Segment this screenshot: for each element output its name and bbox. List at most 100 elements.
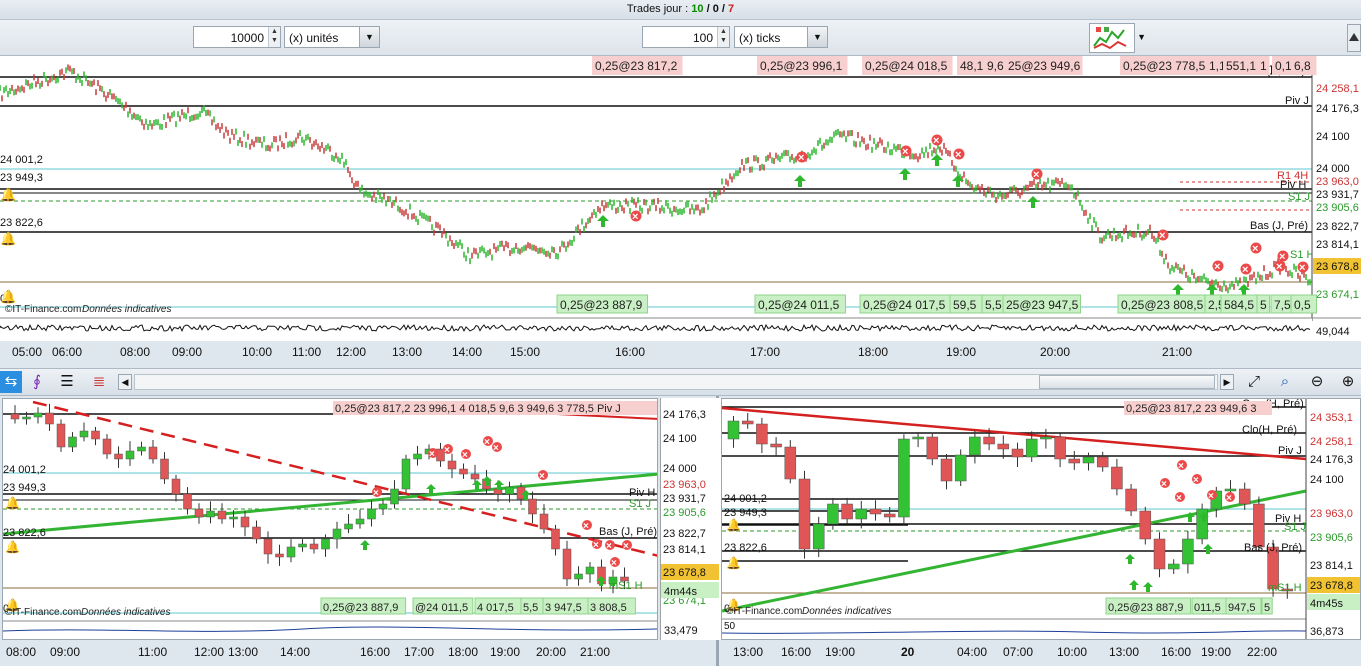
sell-cross-glyph: × — [1252, 243, 1258, 255]
time-scrollbar[interactable] — [134, 374, 1218, 390]
time-tick: 13:00 — [392, 345, 422, 359]
autoscale-icon[interactable]: ⤢ — [1243, 371, 1265, 393]
candle-down — [1111, 466, 1123, 490]
price-axis-tick: 23 963,0 — [1310, 508, 1353, 520]
sell-cross-glyph: × — [606, 541, 612, 552]
main-price-chart[interactable]: × ××××××××××× ×24 001,223 949,323 822,604🔔… — [0, 56, 1361, 341]
candle-up — [355, 518, 365, 525]
ticks-stepper-arrows[interactable]: ▲ ▼ — [717, 27, 729, 47]
candle-up — [855, 508, 868, 520]
level-label: S1 J — [1284, 521, 1306, 533]
chart-toolbar: ⇆ ∮ ☰ ≣ ◀ ▶ ⤢ ⌕ ⊖ ⊕ — [0, 368, 1361, 396]
candle-down — [114, 453, 123, 460]
price-axis-tick: 23 963,0 — [663, 479, 706, 491]
level-right-label: S1 H — [1290, 249, 1315, 261]
scroll-left-button[interactable]: ◀ — [118, 374, 132, 390]
time-tick: 14:00 — [280, 645, 310, 659]
buy-order-tag-text: 947,5 — [1228, 602, 1256, 614]
ticks-spinner[interactable]: 100 ▲ ▼ — [642, 26, 730, 48]
sell-cross-glyph: × — [1214, 261, 1220, 273]
sell-cross-glyph: × — [583, 521, 589, 532]
candle-up — [33, 412, 43, 418]
level-label: Bas (J, Pré) — [1244, 542, 1302, 554]
price-axis-tick: 24 353,1 — [1310, 412, 1353, 424]
zoom-in-icon[interactable]: ⊕ — [1337, 371, 1359, 393]
candle-down — [940, 458, 953, 482]
scrollbar-thumb[interactable] — [1039, 375, 1215, 389]
sell-cross-glyph: × — [632, 211, 638, 223]
price-axis-tick: 23 678,8 — [663, 567, 706, 579]
bars-icon[interactable]: ≣ — [88, 371, 110, 393]
time-tick: 19:00 — [946, 345, 976, 359]
candle-up — [298, 543, 307, 548]
share-icon[interactable]: ⇆ — [0, 371, 22, 393]
candle-up — [367, 508, 376, 520]
scroll-right-button[interactable]: ▶ — [1220, 374, 1234, 390]
sell-cross-glyph: × — [902, 146, 908, 158]
quantity-stepper-arrows[interactable]: ▲ ▼ — [268, 27, 280, 47]
list-icon[interactable]: ☰ — [56, 371, 78, 393]
right-price-chart[interactable]: ×× ×× ××24 001,223 949,323 822,604🔔🔔🔔Ouv (… — [722, 399, 1361, 640]
price-axis-tick: 23 814,1 — [1310, 560, 1353, 572]
zoom-out-icon[interactable]: ⊖ — [1306, 371, 1328, 393]
time-tick: 05:00 — [12, 345, 42, 359]
level-label: mS1 H — [1268, 582, 1302, 594]
sell-order-tag-text: 6,8 — [1294, 59, 1311, 73]
main-time-axis-svg: 05:00 06:00 08:00 09:00 10:00 11:00 12:00 13:00… — [12, 345, 1192, 359]
time-tick: 06:00 — [52, 345, 82, 359]
time-tick: 09:00 — [172, 345, 202, 359]
left-level-label: 23 949,3 — [3, 482, 46, 494]
chevron-down-icon[interactable]: ▼ — [1137, 32, 1146, 42]
sell-cross-glyph: × — [373, 488, 379, 499]
time-tick: 09:00 — [50, 645, 80, 659]
candle-down — [883, 513, 896, 518]
trades-count-green: 10 — [691, 3, 704, 15]
time-tick: 11:00 — [138, 645, 167, 659]
bell-icon: 🔔 — [726, 556, 741, 570]
sell-order-tag-text: 0,1 — [1275, 59, 1292, 73]
indicator-value: 36,873 — [1310, 626, 1344, 638]
left-level-label: 24 001,2 — [0, 154, 43, 166]
quantity-unit-select[interactable]: (x) unités ▼ — [284, 26, 380, 48]
sell-cross-glyph: × — [1176, 493, 1182, 504]
price-axis-tick: 23 905,6 — [663, 507, 706, 519]
buy-order-tag-text: 5,5 — [523, 602, 538, 614]
time-tick: 21:00 — [580, 645, 610, 659]
price-axis-tick: 24 176,3 — [663, 409, 706, 421]
chevron-down-icon[interactable]: ▼ — [807, 27, 827, 47]
candle-down — [459, 468, 468, 475]
buy-order-tag-text: 59,5 — [953, 298, 977, 312]
candle-down — [56, 423, 66, 448]
time-tick: 17:00 — [404, 645, 434, 659]
sell-order-tag-text: 0,25@23 817,2 23 949,6 3 — [1126, 403, 1256, 415]
chevron-down-icon[interactable]: ▼ — [359, 27, 379, 47]
left-price-chart[interactable]: ×× × ×××××× × ××24 001,223 949,323 822,604🔔🔔… — [3, 399, 658, 640]
candle-down — [551, 528, 560, 550]
ticks-unit-select[interactable]: (x) ticks ▼ — [734, 26, 828, 48]
sell-cross-glyph: × — [484, 437, 490, 448]
chart-type-button[interactable]: ▼ — [1089, 23, 1146, 53]
time-tick: 19:00 — [825, 645, 855, 659]
time-tick: 08:00 — [6, 645, 36, 659]
price-axis-tick: 24 100 — [1316, 131, 1350, 143]
panel-collapse-handle[interactable] — [1347, 24, 1361, 52]
left-footer-copyright: ©IT-Finance.com — [5, 607, 81, 618]
left-chart-panel[interactable]: × × × × × × × × × × × × 24 001,2 23 949,3 23 822,6 04 🔔 🔔… — [2, 398, 658, 640]
indicator-icon[interactable]: ∮ — [26, 371, 48, 393]
candle-down — [1139, 510, 1152, 540]
price-axis-tick: 23 963,0 — [1316, 176, 1359, 188]
trades-count-black: 0 — [712, 3, 719, 15]
candle-up — [898, 438, 910, 518]
time-tick: 16:00 — [781, 645, 811, 659]
candle-down — [528, 498, 537, 515]
main-chart-panel[interactable]: × × × × × × × × × × × × × 24 001,2 23 949,3 23 822,6 04 🔔… — [0, 56, 1361, 341]
time-tick: 16:00 — [1161, 645, 1191, 659]
zoom-fit-icon[interactable]: ⌕ — [1274, 371, 1296, 393]
candle-countdown: 4m45s — [1310, 598, 1344, 610]
buy-order-tag-text: 0,25@24 017,5 — [863, 298, 946, 312]
right-chart-panel[interactable]: × × × × × × 24 001,2 23 949,3 23 822,6 04 🔔 🔔 🔔 Ouv (… — [721, 398, 1361, 640]
quantity-spinner[interactable]: 10000 ▲ ▼ — [193, 26, 281, 48]
price-axis-tick: 24 000 — [663, 463, 697, 475]
candle-down — [926, 436, 939, 460]
level-right-label: S1 J — [1288, 191, 1310, 203]
